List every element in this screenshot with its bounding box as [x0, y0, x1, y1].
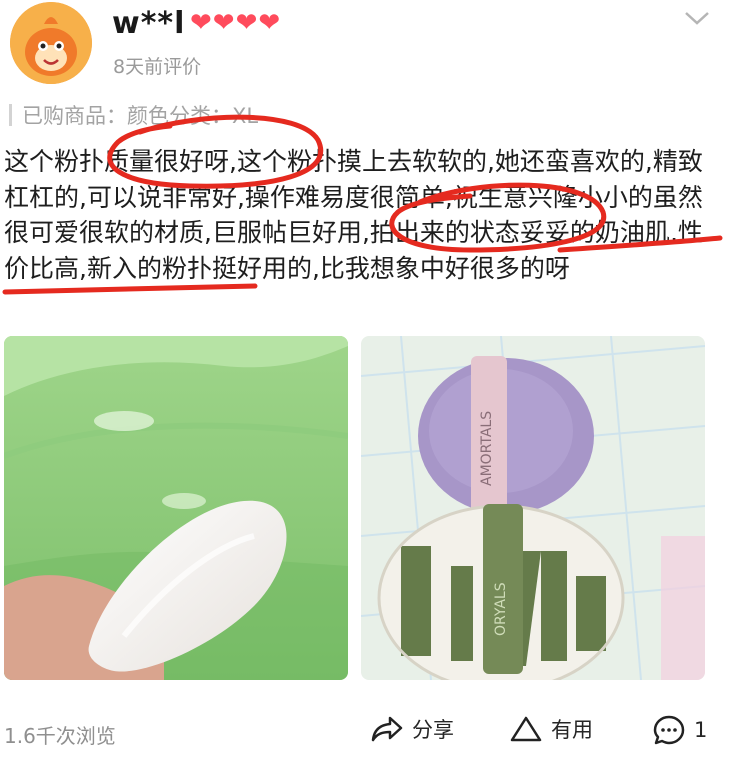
chevron-down-icon[interactable] [683, 8, 711, 28]
purchased-product: 已购商品：颜色分类：XL [9, 100, 258, 130]
share-label: 分享 [412, 718, 454, 742]
comment-button[interactable]: 1 [652, 714, 707, 746]
rating-hearts: ❤❤❤❤ [190, 8, 282, 38]
username[interactable]: w**l [112, 6, 185, 41]
useful-label: 有用 [551, 718, 593, 742]
review-photo-1[interactable] [4, 336, 348, 680]
strap-text-2: ORYALS [493, 582, 509, 636]
review-text: 这个粉扑质量很好呀,这个粉扑摸上去软软的,她还蛮喜欢的,精致杠杠的,可以说非常好… [4, 147, 703, 283]
avatar-mascot-icon [10, 2, 92, 84]
comment-count: 1 [694, 718, 708, 742]
comment-icon [653, 715, 685, 745]
strap-text-1: AMORTALS [479, 411, 495, 486]
review-photo-2[interactable]: AMORTALS ORYALS [361, 336, 705, 680]
share-icon [371, 716, 403, 742]
divider [9, 104, 12, 126]
share-button[interactable]: 分享 [370, 714, 454, 744]
useful-button[interactable]: 有用 [509, 714, 593, 744]
photo-puff-in-hand-icon [4, 336, 348, 680]
photo-two-puffs-icon: AMORTALS ORYALS [361, 336, 705, 680]
triangle-up-icon [510, 716, 542, 742]
product-label: 已购商品：颜色分类：XL [22, 104, 259, 128]
review-time: 8天前评价 [113, 56, 202, 78]
avatar[interactable] [10, 2, 92, 84]
view-count: 1.6千次浏览 [4, 724, 116, 748]
